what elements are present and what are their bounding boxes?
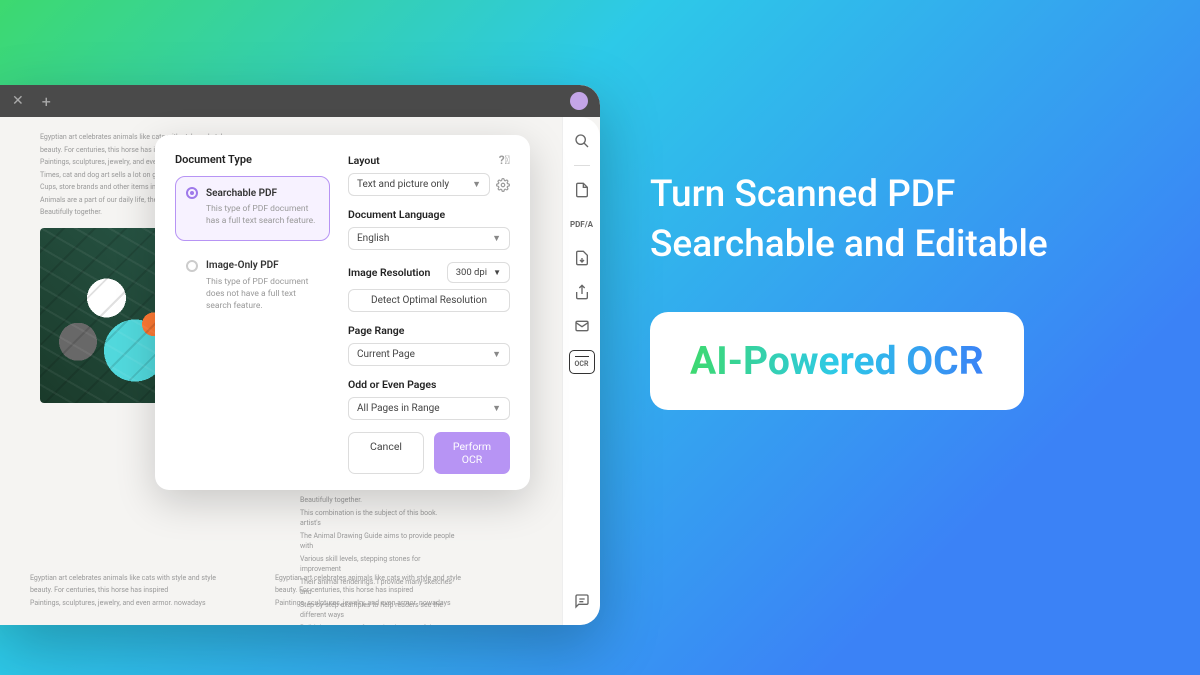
doc-line: Egyptian art celebrates animals like cat… — [30, 573, 230, 584]
gear-icon[interactable] — [496, 178, 510, 192]
pdfa-icon[interactable]: PDF/A — [572, 214, 592, 234]
doc-line: This combination is the subject of this … — [300, 508, 460, 529]
language-select[interactable]: English▼ — [348, 227, 510, 250]
feature-pill: AI-Powered OCR — [650, 312, 1024, 410]
doc-line: Various skill levels, stepping stones fo… — [300, 554, 460, 575]
layout-label: Layout — [348, 154, 380, 167]
mail-icon[interactable] — [572, 316, 592, 336]
marketing-copy: Turn Scanned PDF Searchable and Editable… — [650, 170, 1160, 410]
separator-icon — [574, 165, 590, 166]
resolution-label: Image Resolution — [348, 266, 430, 279]
chevron-down-icon: ▼ — [492, 233, 501, 244]
document-type-label: Document Type — [175, 153, 330, 166]
doc-line: Paintings, sculptures, jewelry, and even… — [30, 598, 230, 609]
radio-searchable-pdf[interactable]: Searchable PDF This type of PDF document… — [175, 176, 330, 241]
radio-icon — [186, 260, 198, 272]
doc-line: Build the anatomy of an animal. some of … — [300, 623, 460, 626]
search-icon[interactable] — [572, 131, 592, 151]
share-icon[interactable] — [572, 282, 592, 302]
document-icon[interactable] — [572, 180, 592, 200]
resolution-select[interactable]: 300 dpi▼ — [447, 262, 510, 283]
detect-resolution-button[interactable]: Detect Optimal Resolution — [348, 289, 510, 312]
radio-title: Image-Only PDF — [206, 260, 279, 271]
layout-select[interactable]: Text and picture only▼ — [348, 173, 490, 196]
odd-even-select[interactable]: All Pages in Range▼ — [348, 397, 510, 420]
ocr-dialog: Document Type Searchable PDF This type o… — [155, 135, 530, 490]
chevron-down-icon: ▼ — [492, 349, 501, 360]
new-tab-icon[interactable]: + — [42, 92, 51, 111]
chevron-down-icon: ▼ — [472, 179, 481, 190]
doc-line: beauty. For centuries, this horse has in… — [30, 585, 230, 596]
app-window: ✕ + Egyptian art celebrates animals like… — [0, 85, 600, 625]
doc-line: The Animal Drawing Guide aims to provide… — [300, 531, 460, 552]
headline: Turn Scanned PDF Searchable and Editable — [650, 170, 1160, 270]
language-label: Document Language — [348, 208, 445, 221]
radio-title: Searchable PDF — [206, 188, 277, 199]
compress-icon[interactable] — [572, 248, 592, 268]
titlebar: ✕ + — [0, 85, 600, 117]
radio-icon — [186, 187, 198, 199]
odd-even-label: Odd or Even Pages — [348, 378, 436, 391]
ocr-icon[interactable]: OCR — [569, 350, 595, 374]
chevron-down-icon: ▼ — [493, 268, 501, 277]
radio-image-only-pdf[interactable]: Image-Only PDF This type of PDF document… — [175, 249, 330, 326]
chevron-down-icon: ▼ — [492, 403, 501, 414]
page-range-select[interactable]: Current Page▼ — [348, 343, 510, 366]
radio-desc: This type of PDF document does not have … — [186, 277, 319, 313]
pill-text: AI-Powered OCR — [690, 338, 984, 384]
right-sidebar: PDF/A OCR — [562, 117, 600, 625]
cancel-button[interactable]: Cancel — [348, 432, 424, 474]
doc-line: Paintings, sculptures, jewelry, and even… — [275, 598, 475, 609]
page-range-label: Page Range — [348, 324, 404, 337]
comment-icon[interactable] — [572, 591, 592, 611]
perform-ocr-button[interactable]: Perform OCR — [434, 432, 510, 474]
help-icon[interactable]: ?⃝ — [499, 153, 510, 167]
doc-line: Beautifully together. — [300, 495, 460, 506]
doc-line: beauty. For centuries, this horse has in… — [275, 585, 475, 596]
doc-line: Egyptian art celebrates animals like cat… — [275, 573, 475, 584]
radio-desc: This type of PDF document has a full tex… — [186, 204, 319, 228]
avatar[interactable] — [570, 92, 588, 110]
close-icon[interactable]: ✕ — [12, 93, 24, 109]
